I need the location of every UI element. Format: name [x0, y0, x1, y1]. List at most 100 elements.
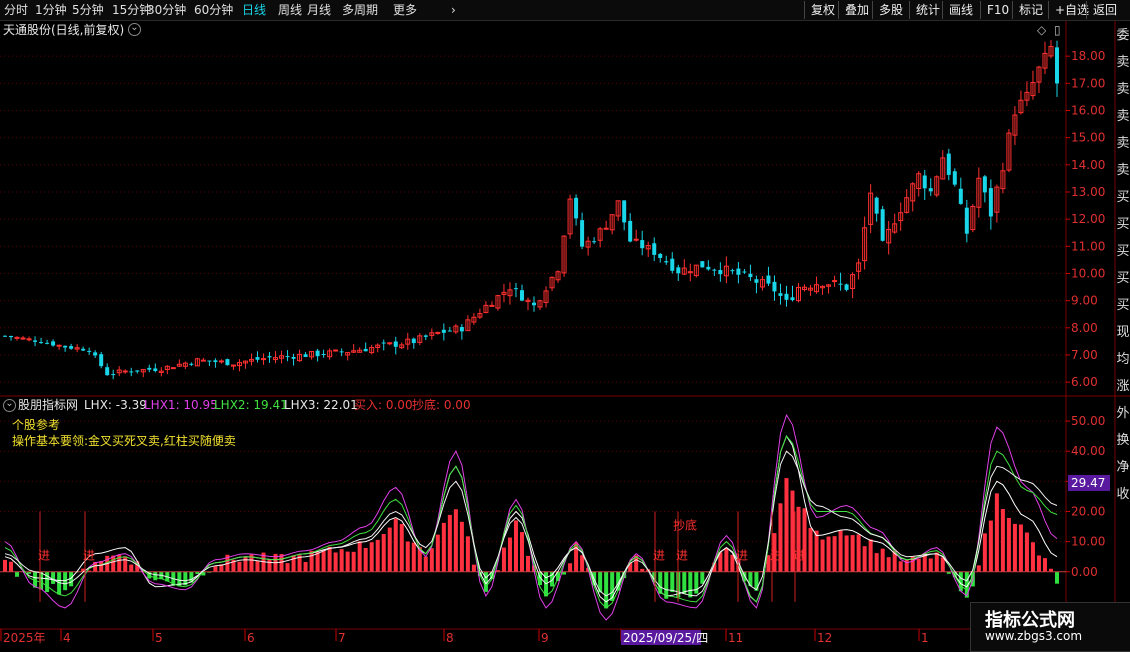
period-tab-10[interactable]: 更多	[393, 2, 417, 18]
indicator-bar	[724, 548, 728, 572]
indicator-bar	[466, 536, 470, 571]
candle-body-down	[736, 269, 740, 275]
indicator-bar	[370, 542, 374, 572]
toolbar-button-8[interactable]: 返回	[1086, 1, 1123, 19]
indicator-bar	[364, 548, 368, 572]
indicator-bar	[730, 555, 734, 572]
indicator-bar	[784, 478, 788, 572]
candle-body-down	[3, 336, 7, 337]
buy-signal-label-4: 进	[736, 549, 748, 563]
indicator-bar	[887, 557, 891, 572]
series-line-lhx2	[5, 436, 1057, 608]
indicator-bar	[899, 561, 903, 571]
indicator-value-3: LHX3: 22.01	[284, 398, 358, 412]
indicator-bar	[610, 572, 614, 601]
period-tab-7[interactable]: 周线	[278, 2, 302, 18]
quote-column-label-16: 净	[1116, 454, 1130, 481]
indicator-bar	[358, 541, 362, 571]
candle-body-down	[225, 359, 229, 365]
window-icon[interactable]: ▯	[1054, 23, 1061, 37]
quote-column-label-9: 买	[1116, 265, 1130, 292]
toolbar-button-3[interactable]: 统计	[909, 1, 946, 19]
quote-column-label-4: 卖	[1116, 130, 1130, 157]
period-tab-5[interactable]: 60分钟	[194, 2, 233, 18]
candle-body-down	[286, 356, 290, 357]
indicator-menu-icon[interactable]: ⌄	[3, 399, 16, 412]
candle-body-down	[772, 282, 776, 292]
indicator-bar	[376, 540, 380, 572]
toolbar-button-1[interactable]: 叠加	[838, 1, 875, 19]
quote-column-label-17: 收	[1116, 481, 1130, 508]
indicator-bar	[700, 572, 704, 584]
candle-body-down	[658, 254, 662, 258]
indicator-bar	[9, 562, 13, 572]
indicator-bar	[995, 493, 999, 571]
toolbar-button-5[interactable]: F10	[980, 1, 1015, 19]
candle-body-down	[676, 267, 680, 273]
indicator-bar	[682, 572, 686, 594]
period-tab-0[interactable]: 分时	[4, 2, 28, 18]
period-tab-3[interactable]: 15分钟	[112, 2, 151, 18]
indicator-bar	[989, 521, 993, 572]
toolbar-button-0[interactable]: 复权	[804, 1, 841, 19]
candle-body-down	[93, 352, 97, 355]
price-tick-label-5: 13.00	[1071, 185, 1105, 199]
candle-body-down	[412, 339, 416, 343]
diamond-icon[interactable]: ◇	[1037, 23, 1046, 37]
quote-column-label-6: 买	[1116, 184, 1130, 211]
indicator-bar	[809, 528, 813, 572]
candle-body-up	[171, 368, 175, 369]
indicator-bar	[316, 552, 320, 572]
indicator-note-1: 操作基本要领:金叉买死叉卖,红柱买随便卖	[12, 434, 236, 448]
indicator-bar	[340, 549, 344, 572]
indicator-bar	[472, 565, 476, 572]
toolbar-button-6[interactable]: 标记	[1012, 1, 1049, 19]
candle-body-down	[304, 354, 308, 357]
watermark: 指标公式网 www.zbgs3.com	[970, 602, 1130, 652]
period-tab-9[interactable]: 多周期	[342, 2, 378, 18]
indicator-tick-label-0: 50.00	[1071, 414, 1105, 428]
indicator-bar	[1001, 509, 1005, 572]
period-tab-4[interactable]: 30分钟	[147, 2, 186, 18]
candle-body-up	[123, 371, 127, 372]
candle-body-up	[634, 239, 638, 240]
quote-column-label-13: 涨	[1116, 373, 1130, 400]
current-value-label: 29.47	[1071, 476, 1105, 490]
toolbar-button-2[interactable]: 多股	[872, 1, 909, 19]
candle-body-down	[742, 272, 746, 273]
candle-body-up	[21, 338, 25, 339]
quote-column-label-14: 外	[1116, 400, 1130, 427]
indicator-bar	[881, 549, 885, 572]
chevron-down-circle-icon[interactable]: ⌄	[128, 23, 141, 36]
candle-body-down	[784, 294, 788, 300]
indicator-value-2: LHX2: 19.41	[214, 398, 288, 412]
chevron-right-icon[interactable]: ›	[451, 2, 456, 18]
candle-body-down	[51, 341, 55, 345]
buy-signal-label-3: 进	[676, 549, 688, 563]
candle-body-up	[219, 361, 223, 362]
indicator-bar	[346, 552, 350, 572]
period-tab-8[interactable]: 月线	[307, 2, 331, 18]
candle-body-down	[39, 342, 43, 343]
indicator-bar	[286, 563, 290, 572]
indicator-bar	[442, 523, 446, 572]
indicator-bar	[352, 552, 356, 572]
buy-signal-label-2: 进	[653, 549, 665, 563]
indicator-bar	[580, 555, 584, 572]
x-axis-label-5: 8	[446, 631, 454, 645]
candle-body-up	[388, 343, 392, 344]
period-tab-6[interactable]: 日线	[242, 2, 266, 18]
candle-body-down	[748, 274, 752, 277]
indicator-bar	[514, 520, 518, 571]
buy-signal-label-5: 进	[770, 549, 782, 563]
toolbar-button-4[interactable]: 画线	[942, 1, 979, 19]
chart-area[interactable]: 18.0017.0016.0015.0014.0013.0012.0011.00…	[0, 21, 1130, 650]
candle-body-down	[718, 270, 722, 274]
indicator-bar	[394, 519, 398, 572]
quote-column-label-15: 换	[1116, 427, 1130, 454]
period-tab-2[interactable]: 5分钟	[72, 2, 104, 18]
period-tab-1[interactable]: 1分钟	[35, 2, 67, 18]
candle-body-down	[700, 261, 704, 267]
indicator-bar	[568, 563, 572, 571]
candle-body-down	[213, 360, 217, 362]
